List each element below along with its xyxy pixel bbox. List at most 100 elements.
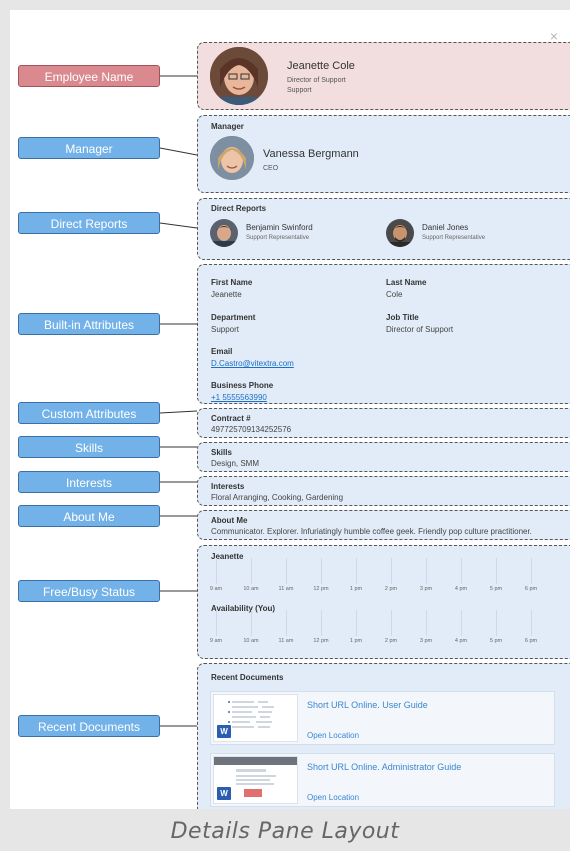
document-title[interactable]: Short URL Online. Administrator Guide: [307, 762, 461, 772]
word-document-icon: W: [217, 787, 231, 800]
timeline-hour-label: 11 am: [278, 586, 294, 592]
callout-recent-documents: Recent Documents: [18, 715, 160, 737]
callout-interests: Interests: [18, 471, 160, 493]
timeline-hour-label: 10 am: [243, 638, 259, 644]
manager-avatar[interactable]: [210, 136, 254, 180]
department-value: Support: [211, 325, 240, 334]
section-direct-reports: Direct Reports Benjamin Swinford Support…: [197, 198, 570, 260]
timeline-tick: [496, 610, 497, 636]
timeline-tick: [461, 610, 462, 636]
contract-value: 497725709134252576: [211, 425, 292, 434]
timeline-hour-label: 9 am: [209, 586, 223, 592]
document-card[interactable]: W Short URL Online. Administrator Guide …: [210, 753, 555, 807]
email-link[interactable]: D.Castro@vitextra.com: [211, 359, 294, 368]
section-interests: Interests Floral Arranging, Cooking, Gar…: [197, 476, 570, 506]
contract-label: Contract #: [211, 414, 251, 423]
interests-value: Floral Arranging, Cooking, Gardening: [211, 493, 344, 502]
callout-employee-name: Employee Name: [18, 65, 160, 87]
business-phone-label: Business Phone: [211, 381, 274, 390]
timeline-tick: [286, 610, 287, 636]
timeline-tick: [251, 558, 252, 584]
callout-about-me: About Me: [18, 505, 160, 527]
document-title[interactable]: Short URL Online. User Guide: [307, 700, 428, 710]
timeline-hour-label: 6 pm: [524, 586, 538, 592]
timeline-hour-label: 5 pm: [489, 586, 503, 592]
timeline-tick: [321, 558, 322, 584]
timeline-hour-label: 6 pm: [524, 638, 538, 644]
document-thumbnail: W: [213, 694, 298, 742]
first-name-value: Jeanette: [211, 290, 242, 299]
section-employee-name: Jeanette Cole Director of Support Suppor…: [197, 42, 570, 110]
direct-report-name[interactable]: Daniel Jones: [422, 223, 468, 232]
job-title-value: Director of Support: [386, 325, 454, 334]
timeline-hour-label: 12 pm: [313, 586, 329, 592]
about-me-label: About Me: [211, 516, 248, 525]
manager-heading: Manager: [211, 122, 244, 131]
timeline-tick: [391, 558, 392, 584]
employee-name: Jeanette Cole: [287, 60, 355, 72]
timeline-tick: [216, 558, 217, 584]
timeline-hour-label: 4 pm: [454, 586, 468, 592]
connector-direct-reports: [159, 222, 198, 229]
direct-report-name[interactable]: Benjamin Swinford: [246, 223, 313, 232]
timeline-tick: [531, 610, 532, 636]
skills-label: Skills: [211, 448, 232, 457]
document-card[interactable]: W Short URL Online. User Guide Open Loca…: [210, 691, 555, 745]
section-free-busy: Jeanette 9 am 10 am 11 am 12 pm 1 pm 2 pm 3 pm…: [197, 545, 570, 659]
timeline-hour-label: 2 pm: [384, 586, 398, 592]
direct-report-avatar[interactable]: [386, 219, 414, 247]
timeline-hour-label: 4 pm: [454, 638, 468, 644]
business-phone-link[interactable]: +1 5555563990: [211, 393, 267, 402]
timeline-hour-label: 2 pm: [384, 638, 398, 644]
department-label: Department: [211, 313, 256, 322]
job-title-label: Job Title: [386, 313, 419, 322]
manager-title: CEO: [263, 165, 279, 172]
timeline-tick: [286, 558, 287, 584]
direct-reports-heading: Direct Reports: [211, 204, 267, 213]
employee-department: Support: [287, 87, 312, 94]
direct-report-avatar[interactable]: [210, 219, 238, 247]
timeline-hour-label: 3 pm: [419, 586, 433, 592]
connector-custom-attributes: [159, 410, 198, 414]
open-location-link[interactable]: Open Location: [307, 731, 359, 740]
about-me-value: Communicator. Explorer. Infuriatingly hu…: [211, 527, 532, 536]
timeline-tick: [321, 610, 322, 636]
callout-direct-reports: Direct Reports: [18, 212, 160, 234]
timeline-hour-label: 9 am: [209, 638, 223, 644]
recent-documents-heading: Recent Documents: [211, 673, 284, 682]
timeline-tick: [391, 610, 392, 636]
section-recent-documents: Recent Documents W Short URL Online. Use…: [197, 663, 570, 809]
timeline-tick: [216, 610, 217, 636]
word-document-icon: W: [217, 725, 231, 738]
timeline-tick: [426, 610, 427, 636]
connector-manager: [159, 147, 198, 156]
timeline-tick: [356, 558, 357, 584]
interests-label: Interests: [211, 482, 245, 491]
timeline-hour-label: 3 pm: [419, 638, 433, 644]
open-location-link[interactable]: Open Location: [307, 793, 359, 802]
last-name-label: Last Name: [386, 278, 427, 287]
timeline-tick: [426, 558, 427, 584]
last-name-value: Cole: [386, 290, 403, 299]
timeline-hour-label: 12 pm: [313, 638, 329, 644]
callout-builtin-attributes: Built-in Attributes: [18, 313, 160, 335]
callout-manager: Manager: [18, 137, 160, 159]
timeline-tick: [461, 558, 462, 584]
diagram-canvas: × Employee Name Manager Direct Reports B…: [10, 10, 570, 809]
manager-name[interactable]: Vanessa Bergmann: [263, 148, 359, 160]
first-name-label: First Name: [211, 278, 253, 287]
employee-avatar: [210, 47, 268, 105]
timeline-hour-label: 5 pm: [489, 638, 503, 644]
callout-custom-attributes: Custom Attributes: [18, 402, 160, 424]
section-skills: Skills Design, SMM: [197, 442, 570, 472]
timeline-hour-label: 1 pm: [349, 638, 363, 644]
timeline-hour-label: 11 am: [278, 638, 294, 644]
timeline-hour-label: 1 pm: [349, 586, 363, 592]
direct-report-title: Support Representative: [246, 235, 310, 241]
section-about-me: About Me Communicator. Explorer. Infuria…: [197, 510, 570, 540]
section-manager: Manager Vanessa Bergmann CEO: [197, 115, 570, 193]
you-schedule-label: Availability (You): [211, 604, 276, 613]
timeline-hour-label: 10 am: [243, 586, 259, 592]
section-builtin-attributes: First Name Jeanette Last Name Cole Depar…: [197, 264, 570, 404]
timeline-tick: [531, 558, 532, 584]
